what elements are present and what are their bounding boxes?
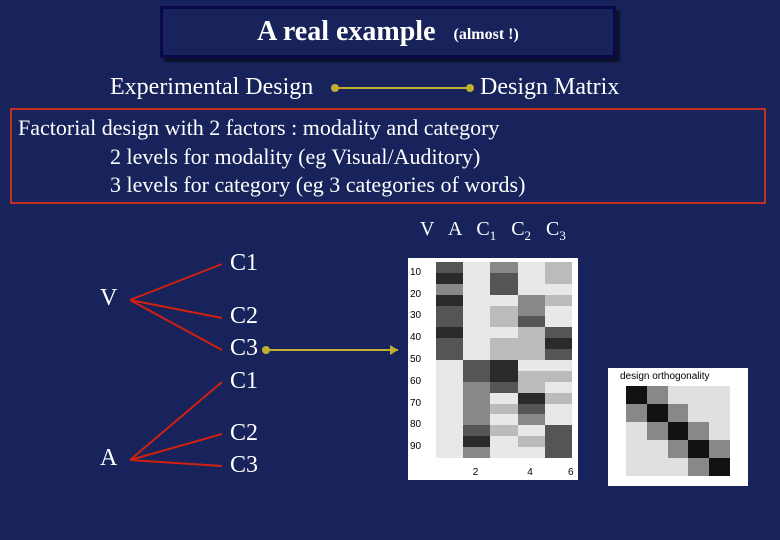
colhead-a: A [448, 218, 461, 240]
design-matrix-cells [436, 262, 572, 458]
tree-leaf-v-c2: C2 [230, 303, 258, 330]
tree-leaf-a-c3: C3 [230, 452, 258, 479]
title-box: A real example (almost !) [160, 6, 616, 58]
desc-line2: 2 levels for modality (eg Visual/Auditor… [18, 143, 758, 172]
tree-leaf-v-c3: C3 [230, 335, 258, 362]
column-header: V A C1 C2 C3 [420, 218, 566, 244]
orthogonality-title: design orthogonality [620, 371, 710, 382]
subhead-experimental: Experimental Design [110, 74, 313, 101]
title-sub: (almost !) [454, 26, 519, 44]
description-box: Factorial design with 2 factors : modali… [10, 108, 766, 204]
tree-node-v: V [100, 285, 117, 312]
colhead-c1: C [476, 218, 489, 240]
colhead-c3-sub: 3 [559, 228, 566, 243]
subhead-designmatrix: Design Matrix [480, 74, 619, 101]
colhead-v: V [420, 218, 434, 240]
colhead-c2: C [511, 218, 524, 240]
colhead-c3: C [546, 218, 559, 240]
colhead-c2-sub: 2 [525, 228, 532, 243]
orthogonality-image: design orthogonality [608, 368, 748, 486]
design-matrix-image: 102030405060708090 246 [408, 258, 578, 480]
tree-leaf-a-c2: C2 [230, 420, 258, 447]
factor-tree: V A C1 C2 C3 C1 C2 C3 [70, 250, 370, 530]
tree-leaf-v-c1: C1 [230, 250, 258, 277]
orthogonality-cells [626, 386, 730, 476]
desc-line3: 3 levels for category (eg 3 categories o… [18, 171, 758, 200]
desc-line1: Factorial design with 2 factors : modali… [18, 114, 758, 143]
title-main: A real example [257, 16, 435, 48]
tree-node-a: A [100, 445, 117, 472]
colhead-c1-sub: 1 [490, 228, 497, 243]
tree-leaf-a-c1: C1 [230, 368, 258, 395]
